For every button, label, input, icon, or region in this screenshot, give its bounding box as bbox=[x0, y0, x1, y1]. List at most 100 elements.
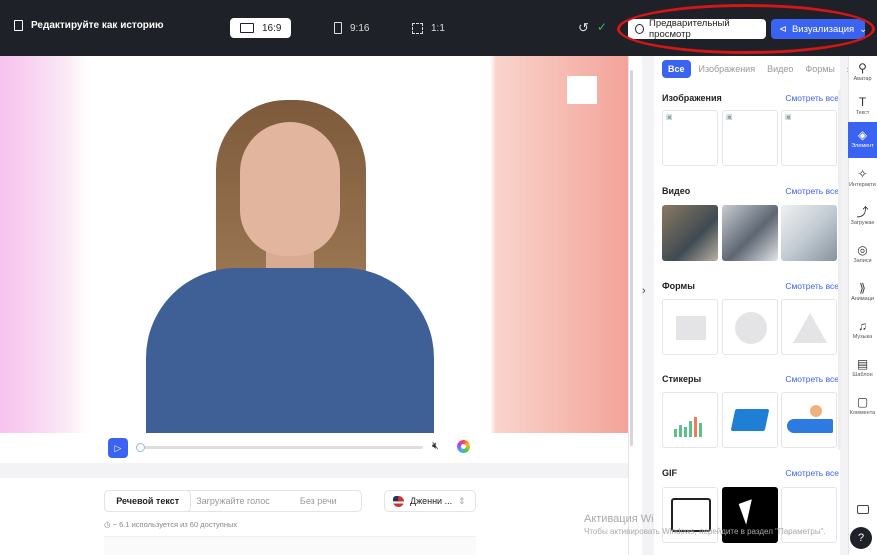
video-thumb[interactable] bbox=[781, 205, 837, 261]
person-icon: ⚲ bbox=[858, 61, 867, 75]
rail-item-interactive[interactable]: ✧ Интеракти bbox=[848, 162, 877, 196]
record-icon: ◎ bbox=[857, 243, 868, 257]
video-thumb[interactable] bbox=[722, 205, 778, 261]
us-flag-icon bbox=[393, 495, 404, 507]
ratio-1-1-label: 1:1 bbox=[431, 22, 445, 34]
editor-title: Редактируйте как историю bbox=[14, 20, 164, 31]
tab-video[interactable]: Видео bbox=[763, 60, 797, 78]
tab-no-speech[interactable]: Без речи bbox=[276, 496, 361, 506]
usage-text: ~ 6.1 используется из 60 доступных bbox=[112, 520, 238, 529]
animation-icon: ⟫ bbox=[859, 281, 866, 295]
ratio-16-9-button[interactable]: 16:9 bbox=[230, 18, 292, 38]
text-icon: T bbox=[858, 95, 867, 109]
rail-item-text[interactable]: T Текст bbox=[848, 90, 877, 124]
section-stickers-title: Стикеры bbox=[662, 374, 702, 384]
ratio-16-9-label: 16:9 bbox=[262, 22, 282, 34]
undo-icon[interactable]: ↺ bbox=[578, 20, 589, 36]
rail-item-records[interactable]: ◎ Записи bbox=[848, 238, 877, 272]
script-text-area[interactable] bbox=[104, 536, 476, 555]
see-all-images[interactable]: Смотреть все bbox=[785, 93, 839, 103]
circle-shape-icon bbox=[735, 312, 767, 344]
rail-label: Текст bbox=[855, 110, 870, 116]
section-images-title: Изображения bbox=[662, 93, 722, 103]
rail-item-avatar[interactable]: ⚲ Аватар bbox=[848, 56, 877, 90]
rail-item-uploads[interactable]: ⤴ Загружае bbox=[848, 200, 877, 234]
image-thumb[interactable]: ▣ bbox=[722, 110, 778, 166]
overlay-square[interactable] bbox=[567, 76, 597, 104]
rail-item-elements[interactable]: ◈ Элемент bbox=[848, 122, 877, 158]
phone-icon bbox=[334, 22, 342, 34]
shape-rectangle[interactable] bbox=[662, 299, 718, 355]
document-icon bbox=[14, 20, 23, 31]
help-button[interactable]: ? bbox=[850, 527, 872, 549]
editor-title-label: Редактируйте как историю bbox=[31, 20, 164, 31]
triangle-shape-icon bbox=[793, 313, 827, 343]
watermark-text: Чтобы активировать Windows, перейдите в … bbox=[584, 527, 826, 536]
see-all-shapes[interactable]: Смотреть все bbox=[785, 281, 839, 291]
voice-name: Дженни ... bbox=[410, 496, 453, 506]
keyboard-icon[interactable] bbox=[857, 505, 869, 514]
timeline-handle[interactable] bbox=[136, 443, 145, 452]
sticker-thumb[interactable] bbox=[662, 392, 718, 448]
upload-icon: ⤴ bbox=[856, 205, 869, 219]
image-thumb[interactable]: ▣ bbox=[781, 110, 837, 166]
bar-chart-icon bbox=[674, 415, 702, 437]
rectangle-shape-icon bbox=[676, 316, 706, 340]
ratio-1-1-button[interactable]: 1:1 bbox=[402, 18, 455, 38]
color-wheel-icon[interactable] bbox=[457, 440, 470, 453]
see-all-stickers[interactable]: Смотреть все bbox=[785, 374, 839, 384]
shapes-icon: ◈ bbox=[857, 128, 868, 142]
avatar-image[interactable] bbox=[88, 56, 491, 433]
image-thumb[interactable]: ▣ bbox=[662, 110, 718, 166]
video-canvas[interactable] bbox=[0, 56, 628, 433]
rail-item-music[interactable]: ♫ Музыка bbox=[848, 314, 877, 348]
rail-label: Аватар bbox=[853, 76, 872, 82]
usage-info: ◷ ~ 6.1 используется из 60 доступных bbox=[104, 520, 237, 529]
template-icon: ▤ bbox=[856, 357, 869, 371]
media-scrollbar[interactable] bbox=[838, 90, 841, 450]
script-tabs: Речевой текст Загружайте голос Без речи bbox=[104, 490, 362, 512]
rail-label: Коммента bbox=[849, 410, 876, 416]
monitor-icon bbox=[240, 23, 254, 33]
clock-icon: ◷ bbox=[104, 520, 111, 529]
tab-speech-text[interactable]: Речевой текст bbox=[105, 491, 191, 511]
rail-item-comments[interactable]: ▢ Коммента bbox=[848, 390, 877, 424]
sticker-thumb[interactable] bbox=[722, 392, 778, 448]
square-icon bbox=[412, 22, 423, 34]
tab-all[interactable]: Все bbox=[662, 60, 691, 78]
highlight-ellipse bbox=[617, 4, 875, 54]
tab-shapes[interactable]: Формы bbox=[801, 60, 839, 78]
tab-images[interactable]: Изображения bbox=[695, 60, 760, 78]
shape-circle[interactable] bbox=[722, 299, 778, 355]
watermark-title: Активация Wi bbox=[584, 513, 654, 525]
chevron-right-icon[interactable]: › bbox=[642, 285, 654, 307]
shape-triangle[interactable] bbox=[781, 299, 837, 355]
see-all-gif[interactable]: Смотреть все bbox=[785, 468, 839, 478]
canvas-scrollbar[interactable] bbox=[630, 70, 633, 446]
chevron-updown-icon: ⇕ bbox=[458, 495, 466, 506]
media-tabs: Все Изображения Видео Формы › bbox=[662, 60, 854, 78]
sticker-thumb[interactable] bbox=[781, 392, 837, 448]
person-laptop-icon bbox=[787, 419, 833, 433]
comment-icon: ▢ bbox=[856, 395, 869, 409]
section-gif-title: GIF bbox=[662, 468, 677, 478]
tab-upload-voice[interactable]: Загружайте голос bbox=[190, 496, 275, 506]
rail-label: Интеракти bbox=[849, 182, 876, 188]
mute-icon[interactable]: 🔇︎ bbox=[432, 440, 439, 453]
rail-item-animation[interactable]: ⟫ Анимаци bbox=[848, 276, 877, 310]
play-button[interactable]: ▷ bbox=[108, 438, 128, 458]
video-thumb[interactable] bbox=[662, 205, 718, 261]
ratio-9-16-button[interactable]: 9:16 bbox=[324, 18, 379, 38]
avatar-torso bbox=[146, 268, 434, 433]
rail-label: Записи bbox=[853, 258, 872, 264]
laptop-icon bbox=[730, 409, 770, 431]
timeline-track[interactable] bbox=[138, 446, 423, 449]
voice-selector[interactable]: Дженни ... ⇕ bbox=[384, 490, 476, 512]
rail-label: Элемент bbox=[851, 143, 874, 149]
sparkle-icon: ✧ bbox=[857, 167, 868, 181]
windows-activation-watermark: Активация Wi Чтобы активировать Windows,… bbox=[584, 513, 826, 536]
rail-label: Шаблон bbox=[852, 372, 873, 378]
rail-item-templates[interactable]: ▤ Шаблон bbox=[848, 352, 877, 386]
saved-check-icon: ✓ bbox=[597, 20, 608, 34]
see-all-video[interactable]: Смотреть все bbox=[785, 186, 839, 196]
